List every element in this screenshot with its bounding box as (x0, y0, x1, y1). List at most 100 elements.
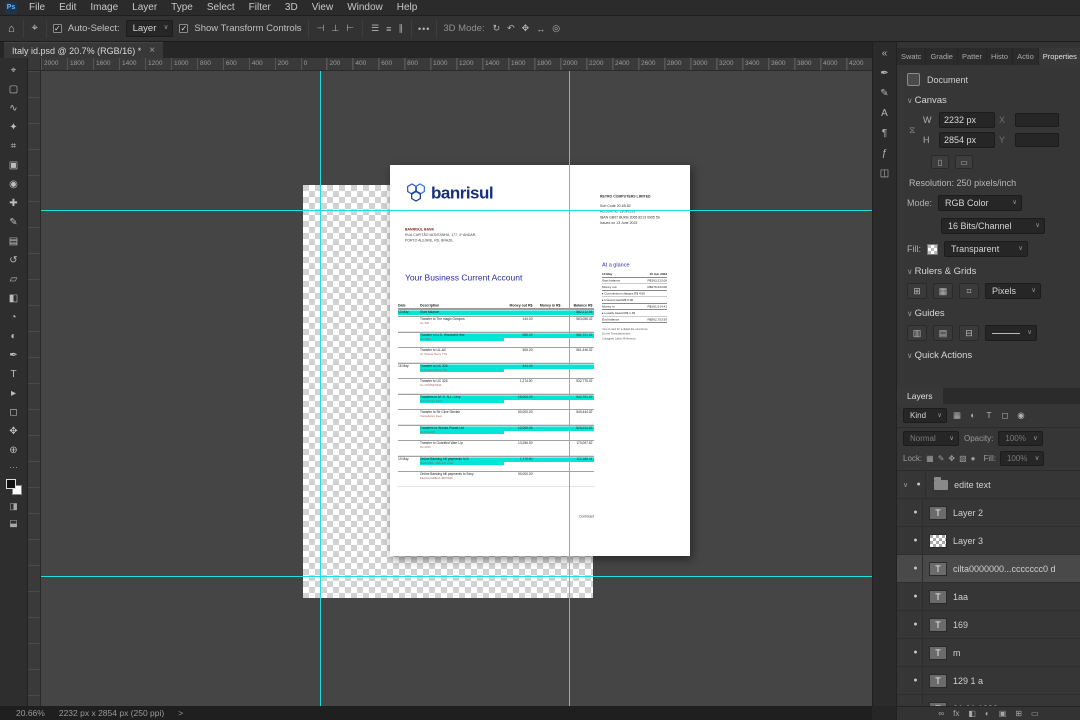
guide-style-dropdown[interactable] (985, 325, 1037, 341)
guide-horizontal-top[interactable] (41, 210, 872, 211)
zoom-tool[interactable]: ⊕ (2, 441, 26, 460)
menu-item[interactable]: Window (340, 0, 390, 15)
layer-name[interactable]: 129 1 a (953, 676, 983, 686)
horizontal-ruler[interactable]: 2000 1800 1600 1400 1200 1000 800 600 400 200 0 200… (41, 58, 872, 71)
layer-row[interactable]: ● T Layer 2 (897, 499, 1080, 527)
gradient-tool[interactable]: ◧ (2, 289, 26, 308)
panel-tab[interactable]: Patter (958, 48, 987, 65)
layer-row[interactable]: ● T 129 1 a (897, 667, 1080, 695)
blend-mode-dropdown[interactable]: Normal (903, 431, 959, 446)
visibility-eye-icon[interactable]: ● (909, 667, 923, 694)
visibility-eye-icon[interactable]: ● (909, 527, 923, 554)
menu-item[interactable]: Select (200, 0, 242, 15)
status-chevron-icon[interactable]: > (178, 708, 183, 718)
vertical-ruler[interactable] (28, 71, 41, 706)
blur-tool[interactable]: ◔ (2, 308, 26, 327)
layer-name[interactable]: Layer 2 (953, 508, 983, 518)
lock-pixels-icon[interactable]: ✎ (938, 454, 945, 463)
layer-thumbnail[interactable]: T (929, 561, 947, 576)
layer-thumbnail[interactable] (929, 533, 947, 548)
guide-horizontal-bottom[interactable] (41, 576, 872, 577)
y-field[interactable] (1015, 133, 1059, 147)
show-transform-checkbox[interactable]: ✓ (179, 24, 189, 33)
auto-select-dropdown[interactable]: Layer (125, 20, 174, 37)
visibility-eye-icon[interactable]: ● (909, 499, 923, 526)
canvas-section-header[interactable]: Canvas (907, 95, 1070, 106)
3d-roll-icon[interactable]: ↶ (505, 22, 517, 35)
align-right-icon[interactable]: ⊢ (344, 22, 356, 35)
lasso-tool[interactable]: ∿ (2, 99, 26, 118)
panel-tab[interactable]: Properties (1038, 48, 1080, 65)
color-swatches[interactable] (5, 479, 22, 495)
toggle-rulers-icon[interactable]: ⊞ (907, 283, 927, 299)
menu-item[interactable]: File (22, 0, 52, 15)
new-layer-icon[interactable]: ⊞ (1015, 709, 1022, 718)
filter-smart-objects-icon[interactable]: ◉ (1014, 410, 1028, 421)
pen-panel-icon[interactable]: ✒ (880, 68, 888, 79)
x-field[interactable] (1015, 113, 1059, 127)
visibility-eye-icon[interactable]: ● (909, 611, 923, 638)
menu-item[interactable]: Edit (52, 0, 83, 15)
filter-shape-layers-icon[interactable]: ◻ (998, 410, 1012, 421)
portrait-orientation-icon[interactable]: ▯ (931, 155, 949, 169)
panel-tab[interactable]: Actio (1013, 48, 1039, 65)
clone-stamp-tool[interactable]: ▤ (2, 232, 26, 251)
layer-thumbnail[interactable]: T (929, 589, 947, 604)
quick-mask-icon[interactable]: ◨ (9, 501, 18, 512)
distribute-top-icon[interactable]: ☰ (369, 22, 381, 35)
healing-brush-tool[interactable]: ✚ (2, 194, 26, 213)
screen-mode-icon[interactable]: ⬓ (9, 518, 18, 529)
brush-settings-panel-icon[interactable]: ✎ (880, 88, 888, 99)
layer-name[interactable]: cilta0000000...ccccccc0 d (953, 564, 1056, 574)
layer-name[interactable]: 169 (953, 620, 968, 630)
crop-tool[interactable]: ⌗ (2, 137, 26, 156)
eyedropper-tool[interactable]: ◉ (2, 175, 26, 194)
3d-orbit-icon[interactable]: ↻ (491, 22, 503, 35)
menu-item[interactable]: Image (83, 0, 125, 15)
glyphs-panel-icon[interactable]: ƒ (882, 148, 888, 159)
tab-layers[interactable]: Layers (897, 388, 943, 404)
guide-vertical-right[interactable] (569, 71, 570, 706)
panel-tab[interactable]: Swatc (897, 48, 927, 65)
layer-fill-dropdown[interactable]: 100% (999, 451, 1045, 466)
layer-thumbnail[interactable]: T (929, 645, 947, 660)
marquee-tool[interactable]: ▢ (2, 80, 26, 99)
3d-pan-icon[interactable]: ✥ (520, 22, 532, 35)
fill-dropdown[interactable]: Transparent (944, 241, 1028, 257)
guides-section-header[interactable]: Guides (907, 308, 1070, 319)
adjustment-layer-icon[interactable]: ◐ (985, 709, 990, 718)
lock-guides-icon[interactable]: ▤ (933, 325, 953, 341)
toggle-grid-icon[interactable]: ▦ (933, 283, 953, 299)
panel-tab[interactable]: Gradie (926, 48, 958, 65)
layer-thumbnail[interactable]: T (929, 617, 947, 632)
visibility-eye-icon[interactable]: ● (909, 695, 923, 706)
foreground-color-swatch[interactable] (5, 479, 16, 489)
paragraph-panel-icon[interactable]: ¶ (882, 128, 887, 139)
layer-name[interactable]: m (953, 648, 961, 658)
layer-filter-kind-dropdown[interactable]: Kind (903, 408, 947, 423)
3d-zoom-icon[interactable]: ◎ (550, 22, 562, 35)
layer-style-icon[interactable]: fx (953, 709, 959, 718)
align-center-icon[interactable]: ⊥ (329, 22, 341, 35)
3d-slide-icon[interactable]: ↔ (534, 23, 547, 35)
layer-name[interactable]: edite text (954, 480, 991, 490)
visibility-eye-icon[interactable]: ● (909, 583, 923, 610)
libraries-panel-icon[interactable]: ◫ (880, 168, 889, 179)
menu-item[interactable]: Filter (242, 0, 278, 15)
hand-tool[interactable]: ✥ (2, 422, 26, 441)
color-mode-dropdown[interactable]: RGB Color (938, 195, 1023, 211)
rulers-grids-section-header[interactable]: Rulers & Grids (907, 266, 1070, 277)
layer-row[interactable]: ● Layer 3 (897, 527, 1080, 555)
visibility-eye-icon[interactable]: ● (912, 471, 927, 498)
guide-vertical-left[interactable] (320, 71, 321, 706)
toggle-pixel-grid-icon[interactable]: ⌗ (959, 283, 979, 299)
canvas-area[interactable]: banrisul RETRO COMPUTERS LIMITED Sort Co… (28, 58, 872, 706)
layer-name[interactable]: 1aa (953, 592, 968, 602)
statement-document[interactable]: banrisul RETRO COMPUTERS LIMITED Sort Co… (390, 165, 690, 556)
width-field[interactable]: 2232 px (939, 112, 995, 128)
layer-row[interactable]: ● T cilta0000000...ccccccc0 d (897, 555, 1080, 583)
height-field[interactable]: 2854 px (939, 132, 995, 148)
opacity-dropdown[interactable]: 100% (998, 431, 1043, 446)
bit-depth-dropdown[interactable]: 16 Bits/Channel (941, 218, 1045, 234)
document-tab[interactable]: Italy id.psd @ 20.7% (RGB/16) * × (4, 42, 164, 58)
